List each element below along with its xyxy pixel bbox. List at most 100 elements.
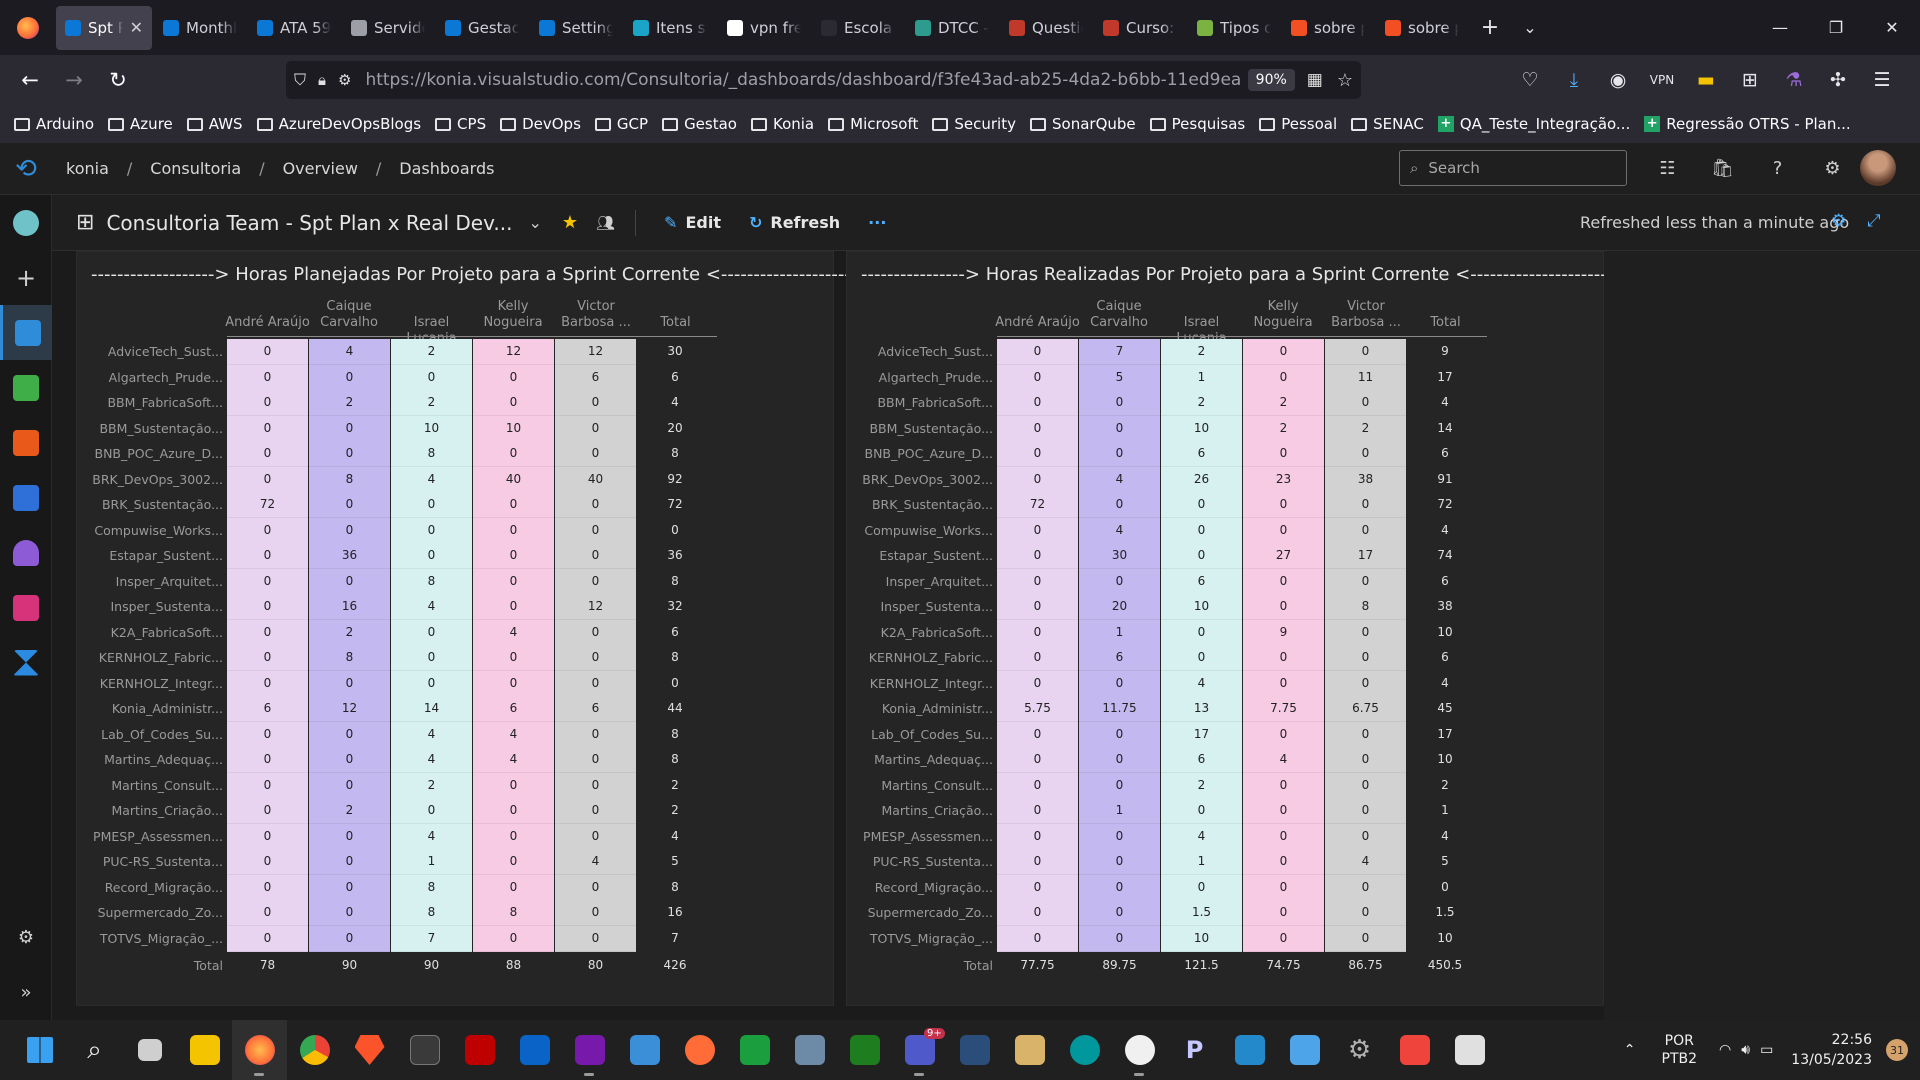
table-cell[interactable]: 0: [227, 849, 308, 875]
browser-tab[interactable]: ATA 59: [248, 6, 340, 50]
firefox-taskbar-icon[interactable]: [232, 1020, 287, 1080]
forward-icon[interactable]: →: [52, 60, 96, 100]
table-cell[interactable]: 0: [1161, 517, 1242, 544]
row-label[interactable]: Supermercado_Zo...: [847, 905, 993, 920]
table-cell[interactable]: 36: [309, 543, 390, 569]
azure-devops-logo-icon[interactable]: ⟲: [0, 143, 52, 195]
chrome-icon[interactable]: [287, 1020, 342, 1080]
notepad-icon[interactable]: [1277, 1020, 1332, 1080]
table-cell[interactable]: 4: [1243, 747, 1324, 773]
row-label[interactable]: BNB_POC_Azure_D...: [77, 446, 224, 461]
table-cell[interactable]: 0: [997, 517, 1078, 544]
table-cell[interactable]: 40: [555, 466, 636, 493]
table-cell[interactable]: 0: [473, 390, 554, 416]
table-cell[interactable]: 0: [997, 594, 1078, 620]
table-cell[interactable]: 0: [555, 900, 636, 926]
firefox-icon[interactable]: [0, 0, 56, 55]
table-cell[interactable]: 0: [473, 517, 554, 544]
user-settings-icon[interactable]: ⚙: [1805, 149, 1860, 187]
table-cell[interactable]: 0: [227, 747, 308, 773]
table-cell[interactable]: 4: [391, 721, 472, 748]
table-cell[interactable]: 0: [227, 517, 308, 544]
browser-tab[interactable]: Monthl: [154, 6, 246, 50]
table-cell[interactable]: 0: [1243, 594, 1324, 620]
column-total-cell[interactable]: 450.5: [1405, 953, 1485, 978]
vpn-extension-icon[interactable]: VPN: [1640, 60, 1684, 100]
bookmark-folder[interactable]: Security: [932, 115, 1016, 133]
table-cell[interactable]: 9: [1243, 619, 1324, 646]
table-cell[interactable]: 0: [1079, 900, 1160, 926]
browser-tab[interactable]: Questic: [1000, 6, 1092, 50]
row-total-cell[interactable]: 4: [1405, 390, 1485, 415]
table-cell[interactable]: 0: [1325, 339, 1406, 365]
table-cell[interactable]: 0: [227, 925, 308, 952]
table-cell[interactable]: 0: [309, 517, 390, 544]
table-cell[interactable]: 40: [473, 466, 554, 493]
table-cell[interactable]: 0: [1161, 645, 1242, 671]
artifacts-icon[interactable]: [0, 580, 52, 635]
extension-yellow-icon[interactable]: ▬: [1684, 60, 1728, 100]
row-total-cell[interactable]: 2: [635, 798, 715, 823]
row-total-cell[interactable]: 8: [635, 645, 715, 670]
table-cell[interactable]: 6.75: [1325, 696, 1406, 722]
table-cell[interactable]: 0: [1243, 900, 1324, 926]
table-cell[interactable]: 4: [1161, 823, 1242, 850]
postman-icon[interactable]: [672, 1020, 727, 1080]
table-cell[interactable]: 2: [391, 339, 472, 365]
table-cell[interactable]: 1.5: [1161, 900, 1242, 926]
terminal-icon[interactable]: [397, 1020, 452, 1080]
table-cell[interactable]: 0: [997, 390, 1078, 416]
avatar[interactable]: [1860, 150, 1896, 186]
table-cell[interactable]: 4: [473, 721, 554, 748]
table-cell[interactable]: 0: [1243, 670, 1324, 697]
table-cell[interactable]: 0: [555, 390, 636, 416]
table-cell[interactable]: 0: [391, 364, 472, 391]
column-header[interactable]: Caique Carvalho: [1089, 299, 1149, 331]
table-cell[interactable]: 0: [1079, 441, 1160, 467]
table-cell[interactable]: 6: [555, 364, 636, 391]
table-cell[interactable]: 0: [997, 900, 1078, 926]
chat-app-icon[interactable]: [727, 1020, 782, 1080]
table-cell[interactable]: 0: [997, 415, 1078, 442]
row-label[interactable]: Algartech_Prude...: [77, 370, 223, 385]
file-explorer-icon[interactable]: [177, 1020, 232, 1080]
row-total-cell[interactable]: 14: [1405, 416, 1485, 441]
table-cell[interactable]: 1: [1161, 364, 1242, 391]
more-actions-button[interactable]: ···: [868, 213, 886, 232]
table-cell[interactable]: 38: [1325, 466, 1406, 493]
table-cell[interactable]: 0: [227, 441, 308, 467]
row-total-cell[interactable]: 4: [635, 390, 715, 415]
add-icon[interactable]: +: [0, 250, 52, 305]
table-cell[interactable]: 0: [309, 492, 390, 518]
boards-icon[interactable]: [0, 360, 52, 415]
table-cell[interactable]: 6: [227, 696, 308, 722]
row-total-cell[interactable]: 4: [1405, 518, 1485, 543]
table-cell[interactable]: 0: [391, 670, 472, 697]
table-cell[interactable]: 2: [1325, 415, 1406, 442]
row-total-cell[interactable]: 8: [635, 569, 715, 594]
row-total-cell[interactable]: 44: [635, 696, 715, 721]
table-cell[interactable]: 0: [1243, 798, 1324, 824]
bookmark-folder[interactable]: Gestao: [662, 115, 737, 133]
column-total-cell[interactable]: 78: [227, 953, 308, 978]
row-label[interactable]: Estapar_Sustent...: [847, 548, 993, 563]
table-cell[interactable]: 0: [997, 823, 1078, 850]
table-cell[interactable]: 10: [473, 415, 554, 442]
table-cell[interactable]: 0: [473, 925, 554, 952]
table-cell[interactable]: 4: [391, 747, 472, 773]
row-label[interactable]: Insper_Sustenta...: [847, 599, 994, 614]
table-cell[interactable]: 20: [1079, 594, 1160, 620]
row-label[interactable]: Martins_Criação...: [77, 803, 223, 818]
table-cell[interactable]: 0: [1243, 517, 1324, 544]
table-cell[interactable]: 0: [309, 415, 390, 442]
browser-tab[interactable]: Escola t: [812, 6, 904, 50]
table-cell[interactable]: 0: [555, 492, 636, 518]
dashboard-title[interactable]: Consultoria Team - Spt Plan x Real Dev..…: [106, 211, 512, 235]
table-cell[interactable]: 2: [309, 798, 390, 824]
table-cell[interactable]: 10: [1161, 415, 1242, 442]
table-cell[interactable]: 0: [555, 568, 636, 595]
table-cell[interactable]: 0: [997, 721, 1078, 748]
table-cell[interactable]: 0: [227, 466, 308, 493]
table-cell[interactable]: 4: [555, 849, 636, 875]
table-cell[interactable]: 11: [1325, 364, 1406, 391]
